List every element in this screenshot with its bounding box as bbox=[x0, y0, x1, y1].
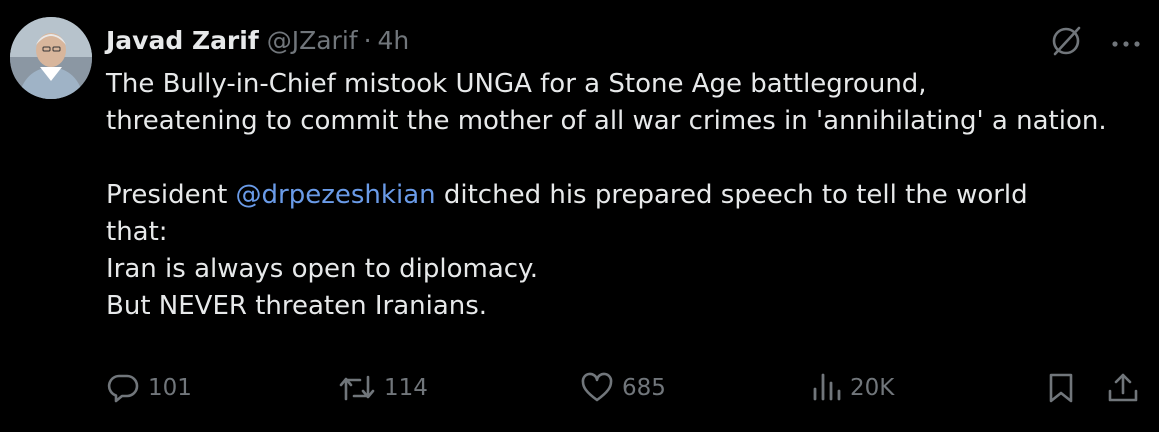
bookmark-icon bbox=[1046, 371, 1076, 405]
tweet[interactable]: Javad Zarif @JZarif · 4h The Bully-in-Ch… bbox=[0, 0, 1159, 432]
reply-count: 101 bbox=[148, 375, 192, 401]
tweet-line: President @drpezeshkian ditched his prep… bbox=[106, 177, 1146, 214]
action-bar: 101 114 685 20K bbox=[106, 368, 1146, 408]
author-handle[interactable]: @JZarif bbox=[267, 26, 358, 55]
avatar[interactable] bbox=[10, 17, 92, 99]
more-icon[interactable] bbox=[1111, 34, 1141, 53]
retweet-button[interactable]: 114 bbox=[338, 368, 428, 408]
paragraph-break bbox=[106, 140, 1146, 177]
grok-icon[interactable] bbox=[1049, 24, 1083, 62]
tweet-line: Iran is always open to diplomacy. bbox=[106, 254, 538, 284]
tweet-line: threatening to commit the mother of all … bbox=[106, 106, 1107, 136]
like-icon bbox=[580, 371, 614, 405]
share-button[interactable] bbox=[1106, 368, 1140, 408]
tweet-line-suffix: ditched his prepared speech to tell the … bbox=[435, 180, 1028, 210]
avatar-photo bbox=[10, 17, 92, 99]
views-icon bbox=[812, 371, 842, 405]
reply-button[interactable]: 101 bbox=[106, 368, 192, 408]
top-icons bbox=[1049, 24, 1141, 62]
timestamp[interactable]: 4h bbox=[378, 26, 410, 55]
views-count: 20K bbox=[850, 375, 895, 401]
like-count: 685 bbox=[622, 375, 666, 401]
author-name[interactable]: Javad Zarif bbox=[106, 26, 259, 55]
like-button[interactable]: 685 bbox=[580, 368, 666, 408]
tweet-line: that: bbox=[106, 217, 168, 247]
tweet-line: The Bully-in-Chief mistook UNGA for a St… bbox=[106, 69, 927, 99]
tweet-header: Javad Zarif @JZarif · 4h bbox=[106, 22, 409, 58]
tweet-line-prefix: President bbox=[106, 180, 236, 210]
tweet-line: But NEVER threaten Iranians. bbox=[106, 291, 488, 321]
views-button[interactable]: 20K bbox=[812, 368, 894, 408]
bookmark-button[interactable] bbox=[1046, 368, 1076, 408]
tweet-text: The Bully-in-Chief mistook UNGA for a St… bbox=[106, 66, 1146, 325]
retweet-icon bbox=[338, 371, 376, 405]
retweet-count: 114 bbox=[384, 375, 428, 401]
share-icon bbox=[1106, 371, 1140, 405]
mention-link[interactable]: @drpezeshkian bbox=[236, 180, 436, 210]
separator-dot: · bbox=[363, 25, 372, 55]
reply-icon bbox=[106, 371, 140, 405]
